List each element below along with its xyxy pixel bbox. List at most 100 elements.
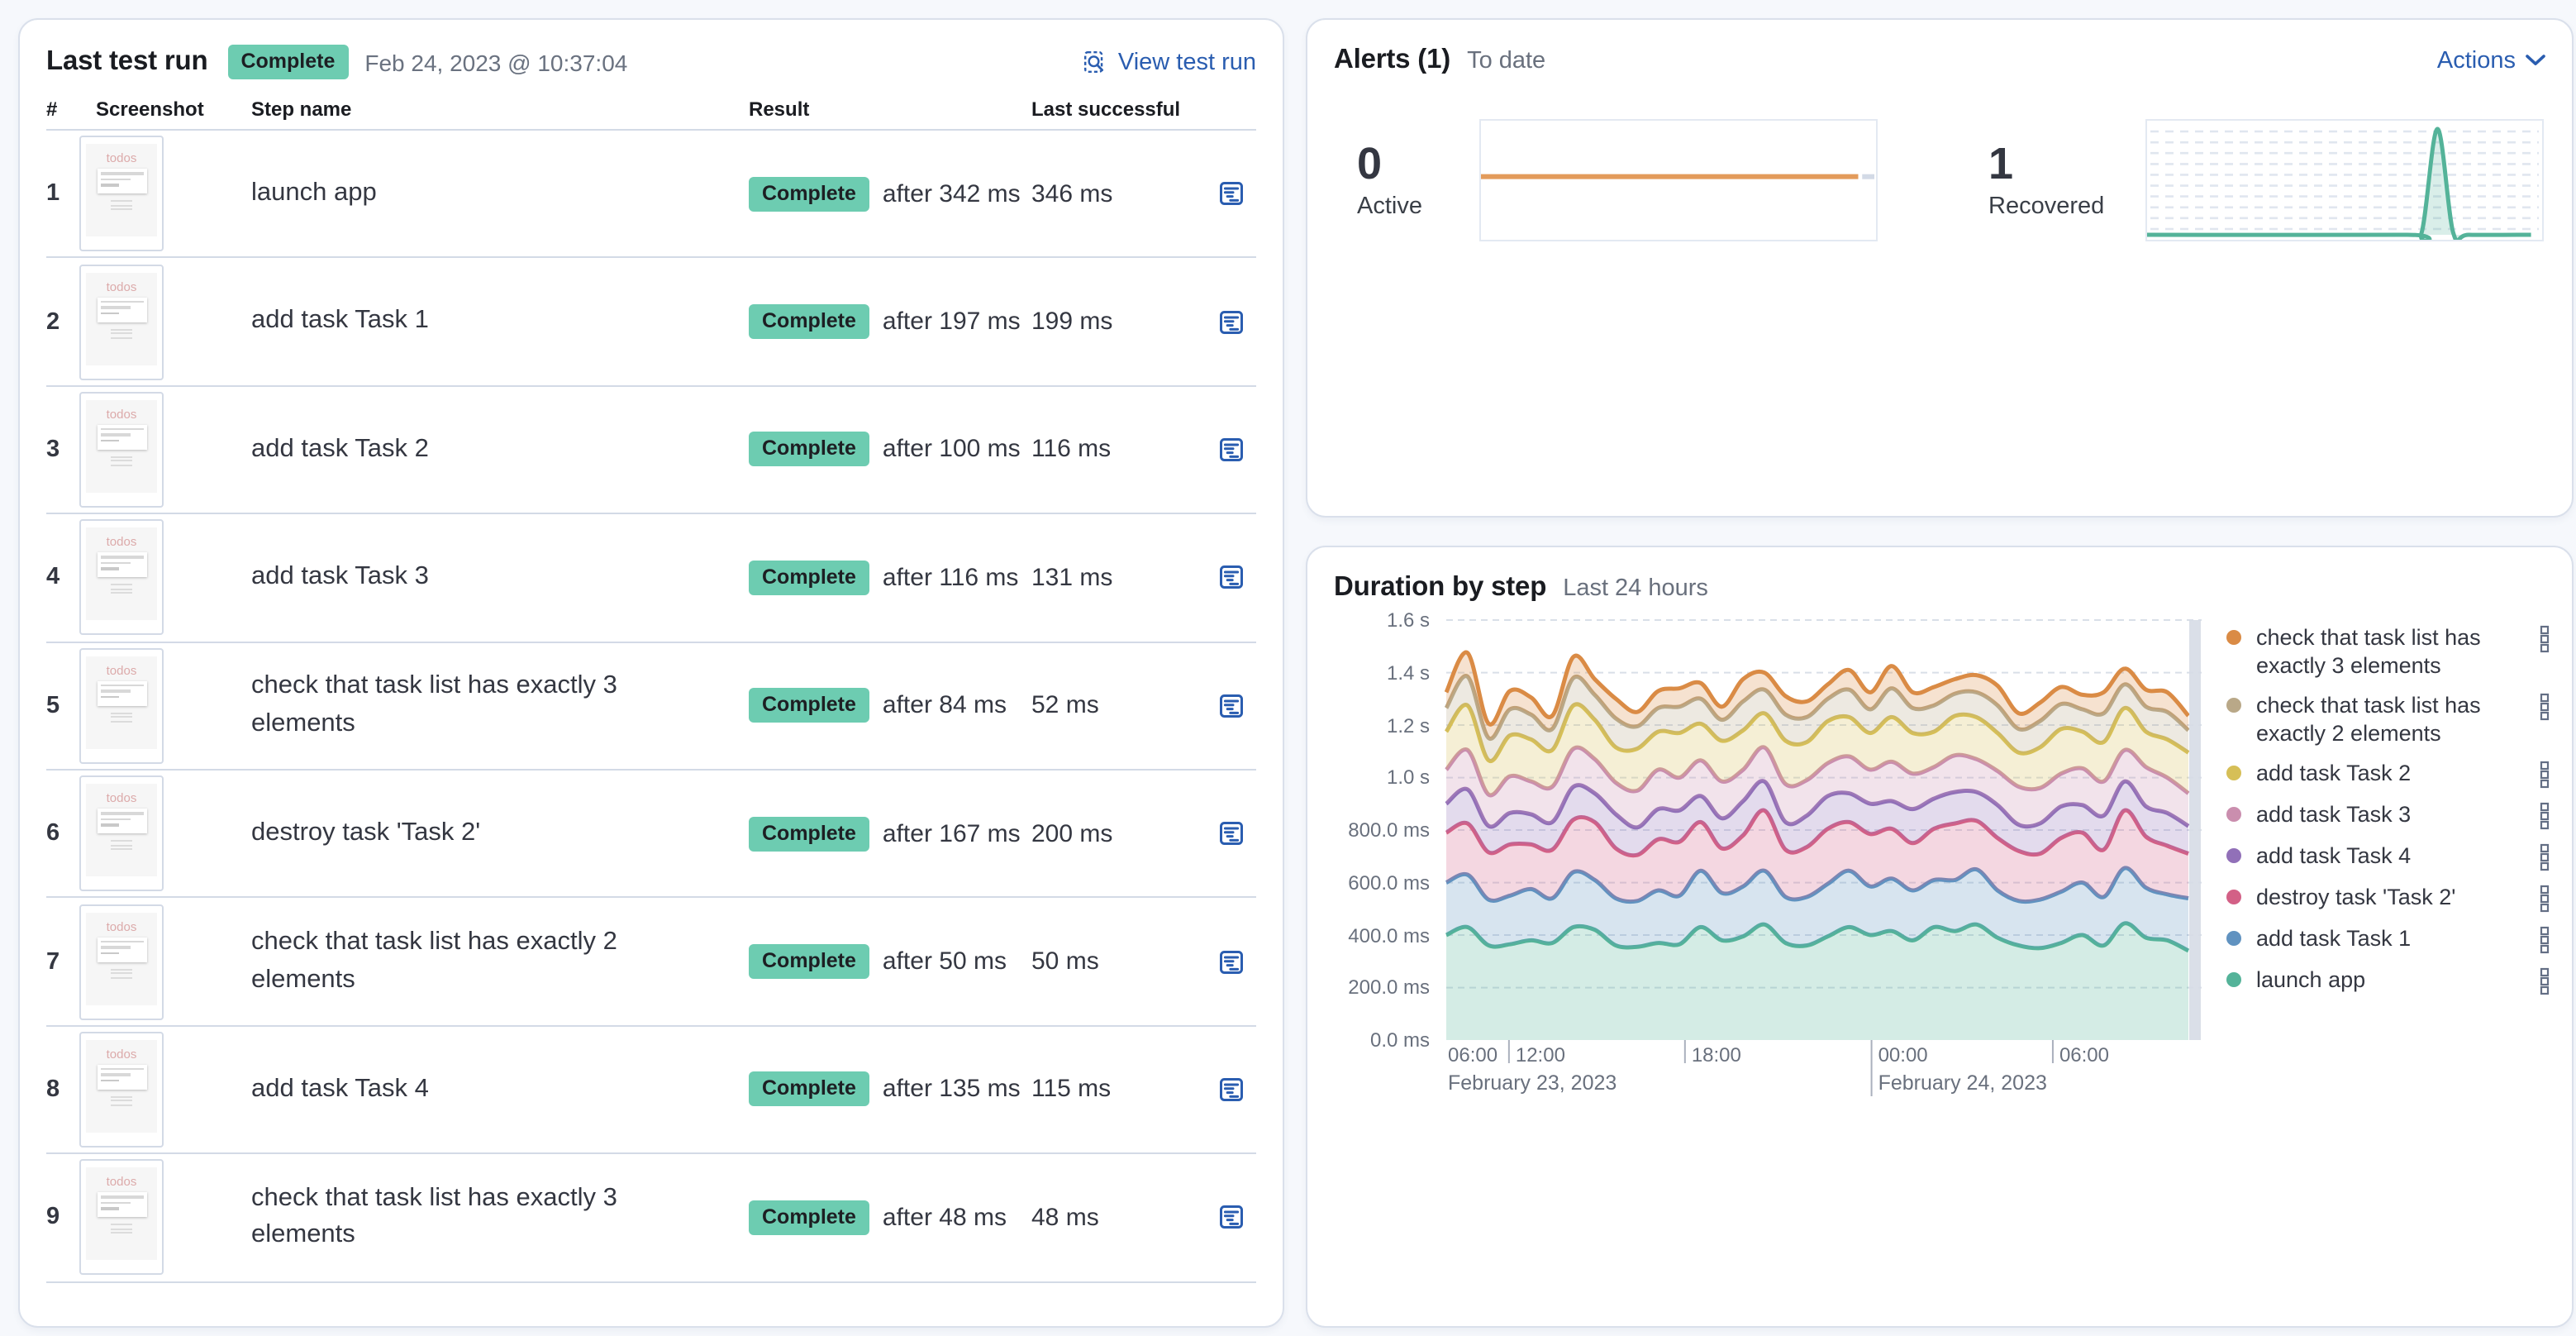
- step-number: 7: [46, 948, 60, 976]
- trace-icon: [1220, 310, 1243, 334]
- todos-app-title: todos: [106, 1174, 137, 1190]
- todos-app-title: todos: [106, 534, 137, 550]
- view-test-run-link[interactable]: View test run: [1083, 49, 1256, 75]
- legend-label: add task Task 3: [2256, 802, 2412, 827]
- legend-label: add task Task 2: [2256, 761, 2412, 785]
- legend-color-dot: [2226, 807, 2241, 822]
- x-axis-tick-label: 06:00: [2059, 1044, 2109, 1066]
- step-screenshot-thumbnail[interactable]: todos: [79, 1159, 164, 1276]
- step-trace-button[interactable]: [1210, 1196, 1253, 1239]
- table-row: 4 todos add task Task 3 Complete after 1…: [46, 514, 1256, 643]
- step-trace-button[interactable]: [1210, 812, 1253, 855]
- step-name: check that task list has exactly 2 eleme…: [251, 928, 617, 994]
- step-trace-button[interactable]: [1210, 1068, 1253, 1111]
- legend-options-icon[interactable]: [2537, 885, 2552, 913]
- y-axis-tick-label: 0.0 ms: [1369, 1028, 1430, 1052]
- status-badge: Complete: [227, 45, 349, 79]
- table-row: 9 todos check that task list has exactly…: [46, 1154, 1256, 1283]
- legend-options-icon[interactable]: [2537, 802, 2552, 830]
- step-last-successful: 50 ms: [1031, 947, 1099, 976]
- todos-app-preview: todos: [86, 399, 157, 493]
- todos-app-title: todos: [106, 279, 137, 294]
- y-axis-tick-label: 1.6 s: [1386, 608, 1430, 632]
- col-header-number: #: [46, 98, 58, 121]
- step-screenshot-thumbnail[interactable]: todos: [79, 519, 164, 636]
- legend-label: add task Task 1: [2256, 926, 2412, 951]
- legend-item[interactable]: add task Task 4: [2226, 842, 2552, 871]
- step-trace-button[interactable]: [1210, 556, 1253, 599]
- step-name: check that task list has exactly 3 eleme…: [251, 1183, 617, 1249]
- x-axis-tick-label: 12:00: [1516, 1044, 1565, 1066]
- legend-color-dot: [2226, 766, 2241, 780]
- y-axis-tick-label: 600.0 ms: [1348, 871, 1430, 895]
- alerts-actions-button[interactable]: Actions: [2437, 47, 2545, 74]
- step-trace-button[interactable]: [1210, 172, 1253, 215]
- alerts-subtitle: To date: [1467, 47, 1546, 74]
- step-result-duration: after 135 ms: [882, 1075, 1021, 1104]
- legend-options-icon[interactable]: [2537, 693, 2552, 721]
- step-trace-button[interactable]: [1210, 685, 1253, 728]
- panel-title: Last test run: [46, 46, 208, 76]
- run-timestamp: Feb 24, 2023 @ 10:37:04: [364, 49, 628, 75]
- inspect-icon: [1084, 50, 1104, 74]
- chevron-down-icon: [2526, 55, 2545, 65]
- legend-options-icon[interactable]: [2537, 625, 2552, 653]
- step-screenshot-thumbnail[interactable]: todos: [79, 264, 164, 380]
- step-screenshot-thumbnail[interactable]: todos: [79, 1031, 164, 1148]
- legend-options-icon[interactable]: [2537, 926, 2552, 954]
- legend-color-dot: [2226, 972, 2241, 987]
- step-result-duration: after 197 ms: [882, 308, 1021, 336]
- legend-item[interactable]: add task Task 1: [2226, 924, 2552, 954]
- step-number: 5: [46, 692, 60, 719]
- step-name: add task Task 1: [251, 306, 429, 335]
- legend-options-icon[interactable]: [2537, 761, 2552, 789]
- todos-app-preview: todos: [86, 272, 157, 365]
- step-result-badge: Complete: [749, 560, 869, 595]
- table-row: 5 todos check that task list has exactly…: [46, 642, 1256, 771]
- legend-options-icon[interactable]: [2537, 967, 2552, 995]
- step-screenshot-thumbnail[interactable]: todos: [79, 391, 164, 508]
- step-result-duration: after 84 ms: [882, 691, 1007, 720]
- page: Last test run Complete Feb 24, 2023 @ 10…: [0, 0, 2576, 1336]
- todos-app-preview: todos: [86, 656, 157, 749]
- steps-table-body: 1 todos launch app Complete after 342 ms…: [46, 131, 1256, 1283]
- todos-app-title: todos: [106, 662, 137, 678]
- step-screenshot-thumbnail[interactable]: todos: [79, 904, 164, 1020]
- step-last-successful: 199 ms: [1031, 308, 1113, 336]
- step-result-badge: Complete: [749, 432, 869, 467]
- recovered-alerts-sparkline: [2145, 119, 2544, 241]
- step-number: 1: [46, 180, 60, 208]
- step-result-badge: Complete: [749, 304, 869, 340]
- step-name: add task Task 3: [251, 562, 429, 591]
- step-number: 9: [46, 1204, 60, 1231]
- legend-item[interactable]: add task Task 3: [2226, 800, 2552, 830]
- legend-options-icon[interactable]: [2537, 843, 2552, 871]
- x-axis-tick-label: 18:00: [1692, 1044, 1741, 1066]
- legend-color-dot: [2226, 630, 2241, 645]
- duration-by-step-panel: Duration by step Last 24 hours 0.0 ms 200…: [1306, 546, 2574, 1328]
- legend-item[interactable]: destroy task 'Task 2': [2226, 883, 2552, 913]
- step-result-duration: after 48 ms: [882, 1203, 1007, 1232]
- legend-item[interactable]: launch app: [2226, 966, 2552, 995]
- step-screenshot-thumbnail[interactable]: todos: [79, 775, 164, 892]
- step-screenshot-thumbnail[interactable]: todos: [79, 136, 164, 252]
- duration-legend: check that task list has exactly 3 eleme…: [2226, 623, 2552, 1007]
- todos-app-title: todos: [106, 150, 137, 166]
- legend-item[interactable]: check that task list has exactly 3 eleme…: [2226, 623, 2552, 680]
- legend-color-dot: [2226, 931, 2241, 946]
- step-name: check that task list has exactly 3 eleme…: [251, 671, 617, 737]
- step-trace-button[interactable]: [1210, 428, 1253, 471]
- step-trace-button[interactable]: [1210, 300, 1253, 343]
- step-screenshot-thumbnail[interactable]: todos: [79, 647, 164, 764]
- todos-app-title: todos: [106, 406, 137, 422]
- step-result-duration: after 50 ms: [882, 947, 1007, 976]
- step-trace-button[interactable]: [1210, 940, 1253, 983]
- table-row: 1 todos launch app Complete after 342 ms…: [46, 131, 1256, 259]
- trace-icon: [1220, 950, 1243, 974]
- legend-item[interactable]: add task Task 2: [2226, 759, 2552, 789]
- step-number: 8: [46, 1076, 60, 1103]
- step-result-badge: Complete: [749, 1071, 869, 1107]
- trace-icon: [1220, 437, 1243, 461]
- y-axis-tick-label: 1.0 s: [1386, 766, 1430, 790]
- legend-item[interactable]: check that task list has exactly 2 eleme…: [2226, 691, 2552, 747]
